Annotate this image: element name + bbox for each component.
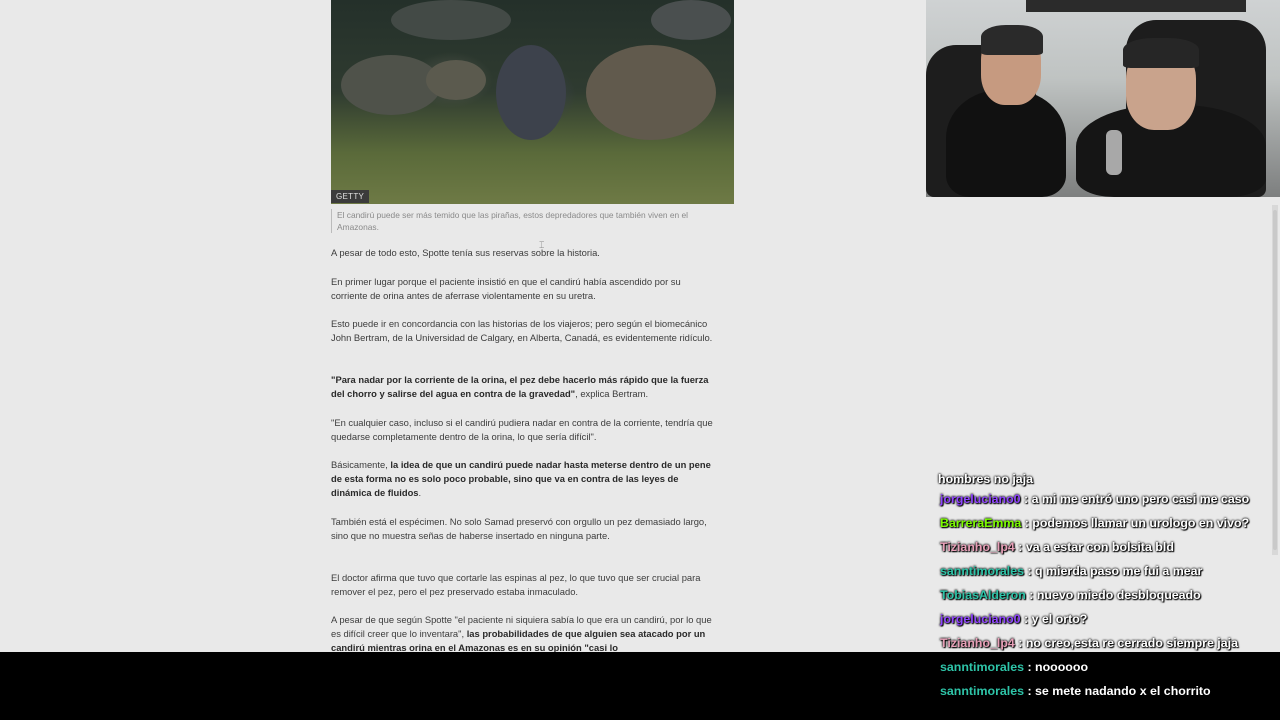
chat-separator: : — [1024, 684, 1036, 698]
chat-separator: : — [1024, 564, 1036, 578]
scrollbar-thumb[interactable] — [1273, 210, 1277, 550]
chat-text: nuevo miedo desbloqueado — [1036, 588, 1201, 602]
chat-text: podemos llamar un urologo en vivo? — [1032, 516, 1250, 530]
chat-message: sanntimorales : se mete nadando x el cho… — [936, 679, 1266, 703]
headphones-icon — [981, 25, 1043, 55]
article-paragraph: A pesar de que según Spotte "el paciente… — [331, 614, 712, 652]
chat-separator: : — [1021, 516, 1033, 530]
chat-username[interactable]: TobiasAlderon — [936, 588, 1026, 602]
chat-message: TobiasAlderon : nuevo miedo desbloqueado — [936, 583, 1266, 607]
chat-username[interactable]: sanntimorales — [936, 684, 1024, 698]
microphone-icon — [1106, 130, 1122, 175]
chat-message: jorgeluciano0 : a mi me entró uno pero c… — [936, 487, 1266, 511]
article-paragraph: En primer lugar porque el paciente insis… — [331, 276, 681, 301]
headphones-icon — [1123, 38, 1199, 68]
article-paragraph: El doctor afirma que tuvo que cortarle l… — [331, 572, 701, 597]
chat-message: sanntimorales : noooooo — [936, 655, 1266, 679]
chat-text: no creo,esta re cerrado siempre jaja — [1025, 636, 1238, 650]
chat-message: BarreraEmma : podemos llamar un urologo … — [936, 511, 1266, 535]
chat-username[interactable]: BarreraEmma — [936, 516, 1021, 530]
chat-separator: : — [1020, 492, 1032, 506]
article-paragraph: "Para nadar por la corriente de la orina… — [331, 374, 709, 399]
chat-separator: : — [1014, 636, 1026, 650]
mouse-cursor-icon: ⌶ — [539, 240, 545, 250]
chat-separator: : — [1025, 588, 1037, 602]
chat-username[interactable]: jorgeluciano0 — [936, 492, 1021, 506]
chat-separator: : — [1020, 612, 1032, 626]
chat-text: va a estar con bolsita bld — [1025, 540, 1174, 554]
chat-message: jorgeluciano0 : y el orto? — [936, 607, 1266, 631]
chat-username[interactable]: jorgeluciano0 — [936, 612, 1021, 626]
wall-frame — [1026, 0, 1246, 12]
chat-message: Tizianho_lp4 : va a estar con bolsita bl… — [936, 535, 1266, 559]
chat-username[interactable]: sanntimorales — [936, 660, 1024, 674]
chat-message: Tizianho_lp4 : no creo,esta re cerrado s… — [936, 631, 1266, 655]
photo-credit-badge: GETTY — [331, 190, 370, 203]
article-paragraph: Básicamente, la idea de que un candirú p… — [331, 459, 711, 498]
chat-text: y el orto? — [1031, 612, 1088, 626]
chat-message: hombres no jaja — [938, 472, 1034, 486]
chat-message: sanntimorales : q mierda paso me fui a m… — [936, 559, 1266, 583]
chat-username[interactable]: Tizianho_lp4 — [936, 540, 1015, 554]
article-paragraph: Esto puede ir en concordancia con las hi… — [331, 318, 713, 343]
chat-separator: : — [1024, 660, 1036, 674]
article-paragraph: También está el espécimen. No solo Samad… — [331, 516, 707, 541]
chat-username[interactable]: sanntimorales — [936, 564, 1024, 578]
chat-username[interactable]: Tizianho_lp4 — [936, 636, 1015, 650]
photo-caption: El candirú puede ser más temido que las … — [331, 209, 729, 233]
streamer-left — [946, 90, 1066, 197]
chat-text: se mete nadando x el chorrito — [1035, 684, 1211, 698]
chat-text: noooooo — [1035, 660, 1089, 674]
webcam-overlay — [926, 0, 1280, 197]
article-paragraph: "En cualquier caso, incluso si el candir… — [331, 417, 713, 442]
article-photo — [331, 0, 734, 204]
chat-separator: : — [1014, 540, 1026, 554]
article-paragraph: A pesar de todo esto, Spotte tenía sus r… — [331, 247, 600, 258]
chat-text: a mi me entró uno pero casi me caso — [1031, 492, 1250, 506]
chat-text: q mierda paso me fui a mear — [1035, 564, 1203, 578]
chat-cut-line — [936, 464, 1266, 472]
chat-overlay: hombres no jaja jorgeluciano0 : a mi me … — [936, 464, 1266, 703]
